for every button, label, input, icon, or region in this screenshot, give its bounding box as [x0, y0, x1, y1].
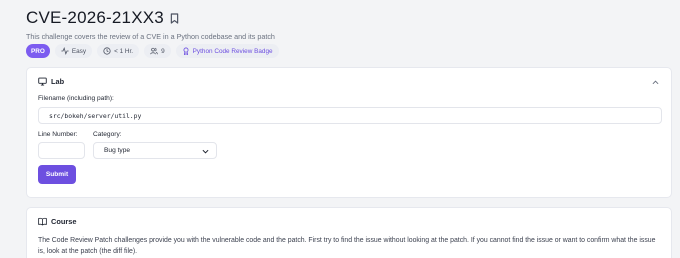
filename-label: Filename (including path): [38, 95, 114, 102]
category-select[interactable]: Bug type [93, 142, 217, 159]
pro-badge: PRO [26, 44, 50, 58]
duration-chip: < 1 Hr. [97, 44, 140, 58]
bookmark-icon[interactable] [170, 12, 179, 24]
chevron-down-icon [202, 149, 209, 154]
course-card: Course The Code Review Patch challenges … [26, 207, 672, 258]
users-icon [150, 47, 158, 55]
page-title: CVE-2026-21XX3 [26, 8, 164, 27]
participants-chip: 9 [144, 44, 171, 58]
lab-heading: Lab [51, 77, 65, 86]
clock-icon [103, 47, 111, 55]
badge-chip[interactable]: Python Code Review Badge [175, 44, 279, 58]
submit-button[interactable]: Submit [38, 165, 76, 184]
page-title-row: CVE-2026-21XX3 [26, 8, 179, 28]
chevron-up-icon[interactable] [652, 79, 659, 86]
activity-icon [61, 47, 69, 55]
badge-label: Python Code Review Badge [192, 47, 273, 55]
filename-value: src/bokeh/server/util.py [49, 111, 142, 120]
filename-input[interactable]: src/bokeh/server/util.py [38, 107, 662, 124]
page-subtitle: This challenge covers the review of a CV… [26, 32, 275, 41]
category-selected: Bug type [104, 147, 131, 154]
category-label: Category: [93, 131, 122, 138]
duration-label: < 1 Hr. [114, 47, 134, 55]
course-header: Course [38, 217, 76, 226]
line-number-label: Line Number: [38, 131, 78, 138]
course-heading: Course [51, 217, 77, 226]
difficulty-chip: Easy [54, 44, 93, 58]
course-description: The Code Review Patch challenges provide… [38, 237, 656, 255]
lab-card: Lab Filename (including path): src/bokeh… [26, 67, 672, 198]
participants-count: 9 [161, 47, 165, 55]
lab-header[interactable]: Lab [38, 77, 64, 86]
book-open-icon [38, 217, 47, 226]
difficulty-label: Easy [71, 47, 87, 55]
monitor-icon [38, 77, 47, 86]
chip-row: PRO Easy < 1 Hr. 9 Python Code Review Ba… [26, 44, 279, 58]
line-number-input[interactable] [38, 142, 85, 159]
award-icon [183, 47, 189, 55]
